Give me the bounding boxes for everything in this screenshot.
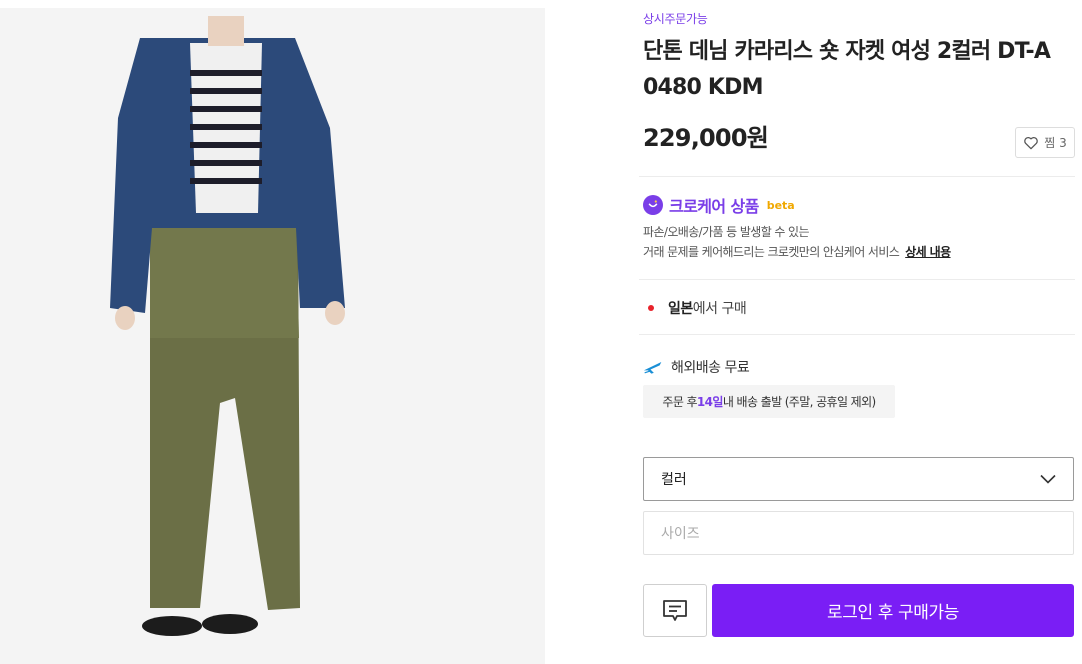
crocare-desc-line1: 파손/오배송/가품 등 발생할 수 있는: [643, 225, 810, 239]
divider: [639, 334, 1075, 335]
order-availability-badge: 상시주문가능: [643, 12, 708, 26]
color-select[interactable]: 컬러: [643, 457, 1074, 501]
crocare-detail-link[interactable]: 상세 내용: [905, 245, 951, 259]
crocare-header: 크로케어 상품 beta: [643, 193, 795, 217]
crocare-title: 크로케어 상품: [669, 197, 759, 216]
divider: [639, 279, 1075, 280]
buy-button[interactable]: 로그인 후 구매가능: [712, 584, 1074, 637]
heart-icon: [1024, 136, 1039, 149]
product-info-panel: 상시주문가능 단톤 데님 카라리스 숏 자켓 여성 2컬러 DT-A 0480 …: [639, 0, 1075, 664]
product-photo: [0, 8, 545, 664]
purchase-origin: 일본에서 구매: [648, 298, 747, 318]
shipping-schedule-note: 주문 후 14일 내 배송 출발 (주말, 공휴일 제외): [643, 385, 895, 418]
beta-badge: beta: [766, 198, 795, 212]
like-button[interactable]: 찜 3: [1015, 127, 1075, 158]
divider: [639, 176, 1075, 177]
product-title: 단톤 데님 카라리스 숏 자켓 여성 2컬러 DT-A 0480 KDM: [643, 39, 1051, 100]
shipping-note-suffix: 내 배송 출발 (주말, 공휴일 제외): [722, 395, 876, 409]
crocare-description: 파손/오배송/가품 등 발생할 수 있는 거래 문제를 케어해드리는 크로켓만의…: [643, 222, 951, 262]
crocare-desc-line2: 거래 문제를 케어해드리는 크로켓만의 안심케어 서비스: [643, 245, 900, 259]
origin-flag-icon: [648, 305, 654, 311]
origin-suffix: 에서 구매: [692, 301, 747, 317]
shipping-info: 해외배송 무료: [643, 357, 750, 377]
shipping-label: 해외배송 무료: [671, 360, 750, 376]
shipping-days: 14일: [696, 395, 724, 409]
size-select[interactable]: 사이즈: [643, 511, 1074, 555]
like-count: 찜 3: [1044, 136, 1067, 150]
product-image[interactable]: [0, 8, 545, 664]
origin-country: 일본: [668, 301, 693, 317]
product-price: 229,000원: [643, 124, 769, 152]
chat-icon: [663, 599, 687, 621]
shipping-note-prefix: 주문 후: [662, 395, 697, 409]
chat-button[interactable]: [643, 584, 707, 637]
crocare-icon: [643, 195, 663, 215]
chevron-down-icon: [1040, 474, 1056, 484]
color-select-label: 컬러: [661, 472, 687, 488]
size-select-label: 사이즈: [661, 526, 700, 542]
airplane-icon: [643, 362, 662, 374]
